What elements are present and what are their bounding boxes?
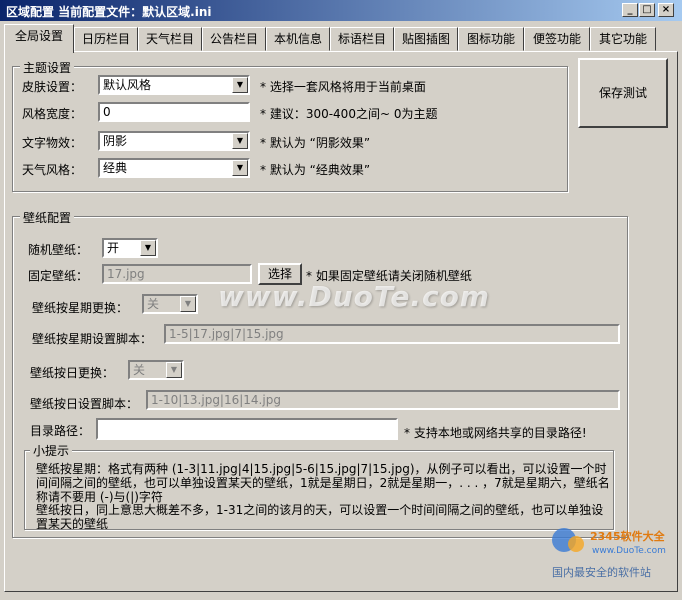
chevron-down-icon: ▼ [166, 362, 182, 378]
weekly-script-input[interactable]: 1-5|17.jpg|7|15.jpg [164, 324, 620, 344]
tab-calendar[interactable]: 日历栏目 [74, 27, 138, 51]
tab-local-info[interactable]: 本机信息 [266, 27, 330, 51]
skin-note: * 选择一套风格将用于当前桌面 [260, 80, 426, 94]
hint-legend: 小提示 [30, 442, 73, 459]
weekly-change-label: 壁纸按星期更换： [32, 301, 129, 315]
weekly-script-label: 壁纸按星期设置脚本： [32, 332, 153, 346]
random-wallpaper-value: 开 [107, 241, 120, 255]
tab-sticker[interactable]: 贴图插图 [394, 27, 458, 51]
weekly-change-select[interactable]: 关 ▼ [142, 294, 198, 314]
width-note: * 建议：300-400之间~ 0为主题 [260, 107, 438, 121]
directory-note: * 支持本地或网络共享的目录路径! [404, 426, 587, 440]
effect-value: 阴影 [103, 134, 128, 148]
directory-label: 目录路径： [30, 424, 91, 438]
tab-icon-function[interactable]: 图标功能 [458, 27, 524, 51]
directory-input[interactable] [96, 418, 398, 440]
daily-change-select[interactable]: 关 ▼ [128, 360, 184, 380]
tab-notice[interactable]: 公告栏目 [202, 27, 266, 51]
weekly-change-value: 关 [147, 297, 160, 311]
effect-select[interactable]: 阴影 ▼ [98, 131, 250, 151]
tab-other-function[interactable]: 其它功能 [590, 27, 656, 51]
daily-script-label: 壁纸按日设置脚本： [30, 397, 139, 411]
skin-value: 默认风格 [103, 78, 152, 92]
chevron-down-icon: ▼ [140, 240, 156, 256]
random-wallpaper-select[interactable]: 开 ▼ [102, 238, 158, 258]
save-test-button[interactable]: 保存測试 [578, 58, 668, 128]
hint-weekly-text: 壁纸按星期：格式有两种 (1-3|11.jpg|4|15.jpg|5-6|15.… [36, 462, 610, 504]
logo-url: www.DuoTe.com [592, 546, 666, 556]
skin-select[interactable]: 默认风格 ▼ [98, 75, 250, 95]
weather-style-note: * 默认为 “经典效果” [260, 163, 371, 177]
tab-weather[interactable]: 天气栏目 [138, 27, 202, 51]
random-wallpaper-label: 随机壁纸： [28, 243, 89, 257]
logo-brand: 2345软件大全 [590, 529, 666, 543]
title-bar[interactable]: 区域配置 当前配置文件：默认区域.ini _ □ × [0, 0, 682, 21]
chevron-down-icon: ▼ [232, 160, 248, 176]
hint-daily-text: 壁纸按日，同上意思大概差不多，1-31之间的该月的天，可以设置一个时间间隔之间的… [36, 503, 604, 531]
effect-note: * 默认为 “阴影效果” [260, 136, 371, 150]
skin-label: 皮肤设置： [22, 80, 83, 94]
tab-note-function[interactable]: 便签功能 [524, 27, 590, 51]
site-logo: 2345软件大全 www.DuoTe.com 国内最安全的软件站 [548, 520, 678, 583]
chevron-down-icon: ▼ [232, 133, 248, 149]
tab-slogan[interactable]: 标语栏目 [330, 27, 394, 51]
daily-script-input[interactable]: 1-10|13.jpg|16|14.jpg [146, 390, 620, 410]
watermark: www.DuoTe.com [218, 280, 490, 313]
effect-label: 文字物效： [22, 136, 83, 150]
maximize-button[interactable]: □ [639, 3, 655, 17]
daily-change-label: 壁纸按日更换： [30, 366, 115, 380]
width-input[interactable]: 0 [98, 102, 250, 122]
close-button[interactable]: × [658, 3, 674, 17]
tab-global-settings[interactable]: 全局设置 [4, 24, 74, 53]
window-title: 区域配置 当前配置文件：默认区域.ini [6, 5, 212, 19]
weather-style-select[interactable]: 经典 ▼ [98, 158, 250, 178]
weather-style-value: 经典 [103, 161, 128, 175]
chevron-down-icon: ▼ [232, 77, 248, 93]
weather-style-label: 天气风格： [22, 163, 83, 177]
logo-slogan: 国内最安全的软件站 [552, 565, 651, 579]
minimize-button[interactable]: _ [622, 3, 638, 17]
fixed-wallpaper-label: 固定壁纸： [28, 269, 89, 283]
width-label: 风格宽度： [22, 107, 83, 121]
logo-icon: 2345软件大全 www.DuoTe.com 国内最安全的软件站 [552, 528, 666, 579]
daily-change-value: 关 [133, 363, 146, 377]
theme-legend: 主题设置 [20, 59, 75, 76]
wallpaper-legend: 壁纸配置 [20, 209, 75, 226]
chevron-down-icon: ▼ [180, 296, 196, 312]
